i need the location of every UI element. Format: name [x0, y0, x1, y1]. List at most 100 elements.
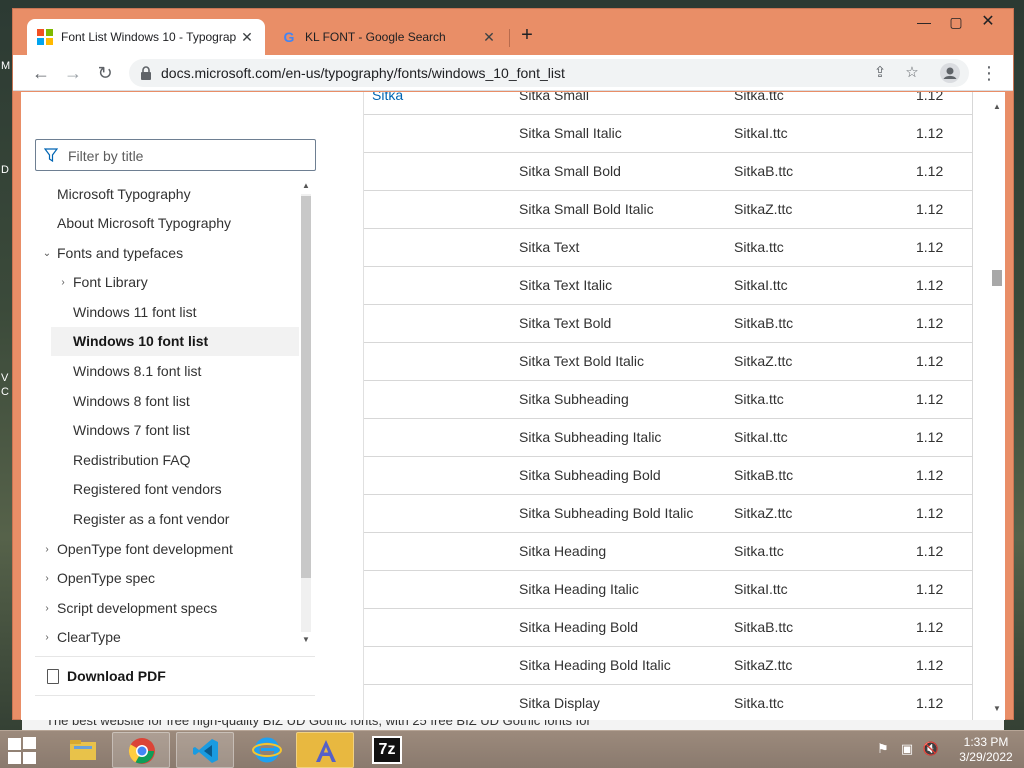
font-name-cell: Sitka Heading Bold Italic [519, 657, 671, 673]
download-pdf-link[interactable]: Download PDF [35, 656, 315, 696]
toc-item[interactable]: Register as a font vendor [35, 505, 299, 534]
toc-item[interactable]: Redistribution FAQ [35, 446, 299, 475]
font-name-cell: Sitka Text [519, 239, 580, 255]
version-cell: 1.12 [916, 619, 944, 635]
address-bar[interactable]: docs.microsoft.com/en-us/typography/font… [129, 59, 969, 87]
toc-item[interactable]: › OpenType spec [35, 564, 299, 593]
tab-title: Font List Windows 10 - Typograp [61, 30, 237, 44]
toc-item[interactable]: Windows 7 font list [35, 416, 299, 445]
close-window-button[interactable]: ✕ [973, 11, 1003, 33]
font-name-cell: Sitka Display [519, 695, 600, 711]
toc-item-label: Font Library [73, 274, 148, 290]
version-cell: 1.12 [916, 125, 944, 141]
scroll-thumb[interactable] [992, 270, 1002, 286]
file-explorer-icon[interactable] [54, 732, 112, 768]
chevron-right-icon[interactable]: › [41, 564, 53, 593]
network-icon[interactable]: ▣ [898, 739, 916, 759]
font-name-cell: Sitka Text Italic [519, 277, 613, 293]
version-cell: 1.12 [916, 239, 944, 255]
toc-item[interactable]: ⌄ Fonts and typefaces [35, 239, 299, 268]
reload-button[interactable]: ↻ [93, 61, 117, 85]
toc-item[interactable]: › OpenType font development [35, 535, 299, 564]
chevron-right-icon[interactable]: › [57, 268, 69, 297]
scroll-up-arrow-icon[interactable]: ▲ [991, 100, 1003, 114]
action-center-flag-icon[interactable]: ⚑ [874, 739, 892, 759]
maximize-button[interactable]: ▢ [941, 11, 971, 33]
file-name-cell: SitkaI.ttc [734, 429, 788, 445]
volume-muted-icon[interactable]: 🔇 [922, 739, 940, 759]
lock-icon [141, 66, 151, 80]
table-row: Sitka Sitka Small Sitka.ttc 1.12 [364, 92, 972, 115]
desktop-edge-label: M [1, 60, 11, 72]
chevron-right-icon[interactable]: › [41, 594, 53, 623]
file-name-cell: SitkaB.ttc [734, 163, 794, 179]
folder-icon [70, 740, 96, 760]
bookmark-star-icon[interactable]: ☆ [901, 62, 923, 84]
table-row: Sitka Display Sitka.ttc 1.12 [364, 685, 972, 720]
version-cell: 1.12 [916, 543, 944, 559]
scroll-down-arrow-icon[interactable]: ▼ [299, 634, 313, 646]
font-name-cell: Sitka Small Italic [519, 125, 622, 141]
font-viewer-icon[interactable] [296, 732, 354, 768]
chrome-icon[interactable] [112, 732, 170, 768]
toc-item-label: Redistribution FAQ [73, 452, 191, 468]
scroll-down-arrow-icon[interactable]: ▼ [991, 702, 1003, 716]
url-text: docs.microsoft.com/en-us/typography/font… [161, 65, 565, 81]
table-row: Sitka Heading Sitka.ttc 1.12 [364, 533, 972, 571]
7zip-icon[interactable]: 7z [358, 732, 416, 768]
toc-item[interactable]: Microsoft Typography [35, 180, 299, 209]
table-row: Sitka Text Italic SitkaI.ttc 1.12 [364, 267, 972, 305]
chevron-right-icon[interactable]: › [41, 535, 53, 564]
scroll-thumb[interactable] [301, 196, 311, 578]
toc-item[interactable]: Windows 11 font list [35, 298, 299, 327]
desktop-edge-label: D [1, 164, 9, 176]
close-tab-icon[interactable]: ✕ [481, 29, 497, 46]
google-icon: G [283, 29, 295, 45]
chevron-down-icon[interactable]: ⌄ [41, 239, 53, 268]
share-icon[interactable]: ⇪ [869, 62, 891, 84]
file-name-cell: SitkaB.ttc [734, 619, 794, 635]
tab-font-list[interactable]: Font List Windows 10 - Typograp ✕ [27, 19, 265, 55]
toc-item[interactable]: › Font Library [35, 268, 299, 297]
font-name-cell: Sitka Small [519, 92, 590, 103]
toc-item[interactable]: Registered font vendors [35, 475, 299, 504]
toc-item-label: About Microsoft Typography [57, 215, 232, 231]
minimize-button[interactable]: — [909, 11, 939, 33]
internet-explorer-icon[interactable] [238, 732, 296, 768]
table-row: Sitka Heading Bold SitkaB.ttc 1.12 [364, 609, 972, 647]
start-button[interactable] [6, 736, 38, 764]
toc-item[interactable]: › ClearType [35, 623, 299, 650]
toc-item[interactable]: › Script development specs [35, 594, 299, 623]
toc-item[interactable]: Windows 8 font list [35, 387, 299, 416]
version-cell: 1.12 [916, 429, 944, 445]
file-name-cell: Sitka.ttc [734, 695, 784, 711]
font-name-cell: Sitka Text Bold Italic [519, 353, 645, 369]
scroll-up-arrow-icon[interactable]: ▲ [299, 180, 313, 192]
browser-menu-button[interactable]: ⋮ [977, 61, 1001, 85]
profile-avatar-icon[interactable] [939, 62, 961, 84]
visual-studio-code-icon[interactable] [176, 732, 234, 768]
version-cell: 1.12 [916, 277, 944, 293]
system-clock[interactable]: 1:33 PM 3/29/2022 [952, 735, 1020, 765]
page-scrollbar[interactable]: ▲ ▼ [989, 92, 1005, 720]
new-tab-button[interactable]: + [517, 25, 537, 45]
tab-strip: Font List Windows 10 - Typograp ✕ G KL F… [13, 9, 1013, 55]
toc-item[interactable]: Windows 8.1 font list [35, 357, 299, 386]
close-tab-icon[interactable]: ✕ [239, 29, 255, 46]
forward-button[interactable]: → [61, 61, 85, 85]
back-button[interactable]: ← [29, 61, 53, 85]
toc-item[interactable]: Windows 10 font list [51, 327, 299, 356]
font-name-cell: Sitka Heading Italic [519, 581, 639, 597]
toc-item[interactable]: About Microsoft Typography [35, 209, 299, 238]
font-name-cell: Sitka Heading [519, 543, 607, 559]
ie-logo-icon [252, 737, 282, 763]
filter-by-title-input[interactable]: Filter by title [35, 139, 316, 171]
toc-scrollbar[interactable]: ▲ ▼ [299, 180, 313, 646]
chevron-right-icon[interactable]: › [41, 623, 53, 650]
font-family-cell[interactable]: Sitka [372, 92, 403, 114]
file-name-cell: SitkaI.ttc [734, 125, 788, 141]
left-navigation: Filter by title Microsoft Typography Abou… [21, 92, 363, 720]
tab-google-search[interactable]: G KL FONT - Google Search ✕ [271, 19, 507, 55]
table-row: Sitka Small Bold SitkaB.ttc 1.12 [364, 153, 972, 191]
version-cell: 1.12 [916, 695, 944, 711]
